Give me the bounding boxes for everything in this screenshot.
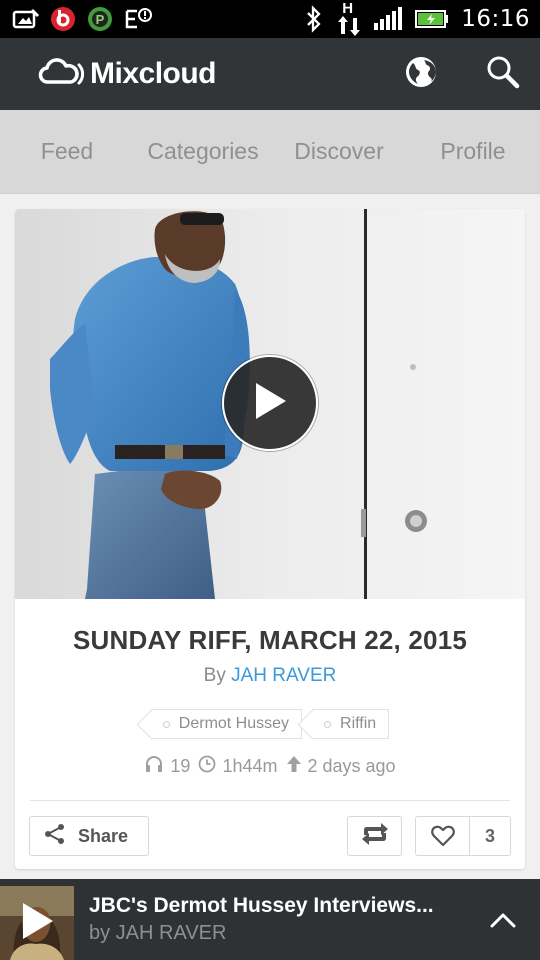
app-header: Mixcloud [0, 38, 540, 110]
status-right-icons: H 16:16 [303, 0, 540, 38]
signal-icon [373, 7, 403, 31]
tab-discover[interactable]: Discover [272, 138, 406, 165]
plays-count: 19 [170, 756, 191, 776]
bluetooth-icon [303, 5, 325, 33]
svg-text:P: P [96, 12, 105, 27]
image-icon [12, 8, 40, 30]
headphones-icon [144, 755, 164, 778]
mix-artwork[interactable] [15, 209, 525, 599]
header-actions [404, 55, 540, 94]
mix-title: SUNDAY RIFF, MARCH 22, 2015 [72, 625, 468, 655]
plays-stat: 19 [144, 755, 190, 778]
status-time: 16:16 [461, 6, 530, 32]
network-h-icon: H [337, 0, 361, 36]
mini-player[interactable]: JBC's Dermot Hussey Interviews... by JAH… [0, 879, 540, 960]
card-divider [30, 800, 510, 801]
by-prefix: By [203, 665, 226, 686]
heart-icon [416, 817, 470, 855]
repost-icon [360, 822, 390, 851]
author-link[interactable]: JAH RAVER [231, 665, 336, 686]
tag-label: Dermot Hussey [178, 715, 290, 732]
play-button[interactable] [222, 355, 318, 451]
duration-stat: 1h44m [198, 755, 278, 778]
upload-date: 2 days ago [307, 756, 396, 776]
beats-icon [50, 6, 76, 32]
notification-icon [124, 7, 152, 31]
tag-list: Dermot Hussey Riffin [15, 709, 525, 739]
player-subtitle: by JAH RAVER [89, 922, 227, 944]
player-play-button[interactable] [0, 886, 74, 960]
network-label: H [342, 0, 354, 17]
parking-icon: P [86, 5, 114, 33]
repost-button[interactable] [347, 816, 402, 856]
status-bar: P H 16:16 [0, 0, 540, 38]
player-info: JBC's Dermot Hussey Interviews... by JAH… [89, 894, 459, 945]
app-logo[interactable]: Mixcloud [0, 57, 217, 91]
tag-label: Riffin [340, 715, 377, 732]
status-left-icons: P [0, 0, 152, 38]
share-icon [44, 823, 66, 850]
battery-charging-icon [415, 9, 449, 29]
upload-arrow-icon [286, 755, 302, 778]
favorite-button[interactable]: 3 [415, 816, 511, 856]
tab-bar: Feed Categories Discover Profile [0, 110, 540, 194]
tab-feed[interactable]: Feed [0, 138, 134, 165]
player-thumbnail [0, 886, 74, 960]
search-icon[interactable] [486, 55, 520, 94]
app-screen: P H 16:16 Mixcloud Feed Categories Disco… [0, 0, 540, 960]
mixcloud-cloud-icon [38, 57, 85, 91]
tag-item[interactable]: Dermot Hussey [150, 709, 303, 739]
play-icon [250, 379, 290, 428]
upload-stat: 2 days ago [286, 755, 396, 778]
mix-stats: 19 1h44m 2 days ago [15, 755, 525, 778]
favorite-count: 3 [484, 825, 495, 846]
app-name: Mixcloud [90, 57, 217, 90]
play-icon [19, 901, 55, 946]
tab-profile[interactable]: Profile [406, 138, 540, 165]
tab-categories[interactable]: Categories [134, 138, 272, 165]
duration-value: 1h44m [222, 756, 278, 776]
globe-icon[interactable] [404, 55, 438, 94]
tag-item[interactable]: Riffin [312, 709, 390, 739]
mix-card: SUNDAY RIFF, MARCH 22, 2015 By JAH RAVER… [15, 209, 525, 869]
tag-icon [324, 721, 332, 728]
tag-icon [162, 721, 170, 728]
player-title: JBC's Dermot Hussey Interviews... [89, 894, 434, 917]
share-button[interactable]: Share [29, 816, 149, 856]
mix-byline: By JAH RAVER [15, 665, 525, 687]
clock-icon [198, 755, 216, 778]
chevron-up-icon[interactable] [490, 912, 516, 928]
share-label: Share [78, 825, 129, 846]
